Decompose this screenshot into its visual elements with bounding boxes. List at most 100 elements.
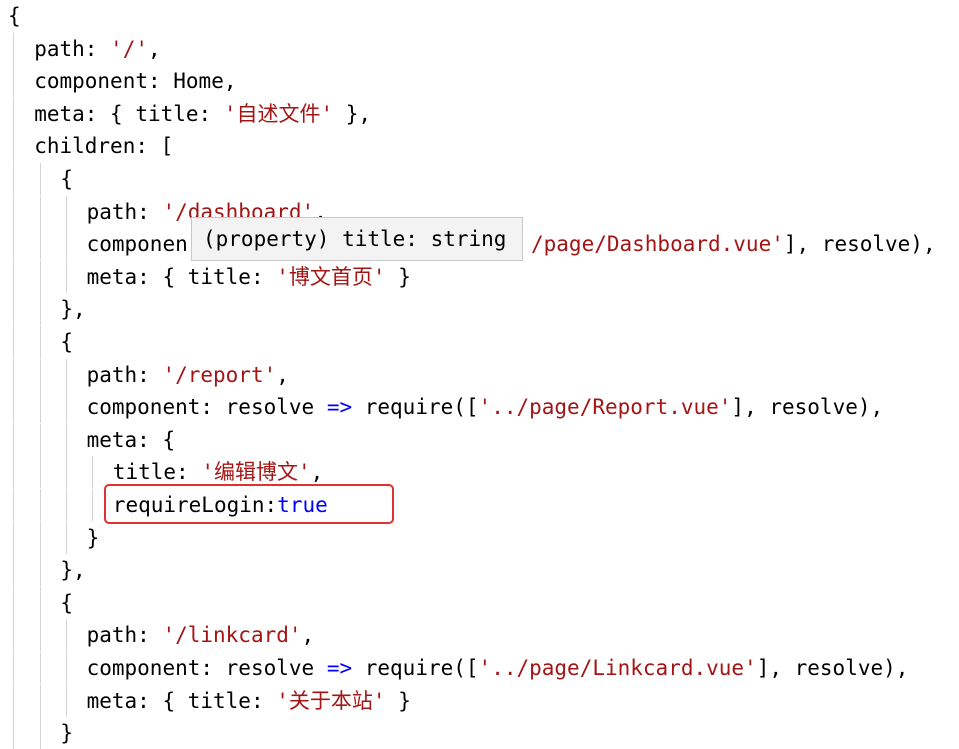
code-token: '博文首页' xyxy=(276,264,386,289)
code-token: require([ xyxy=(352,395,479,420)
hover-tooltip: (property) title: string xyxy=(191,217,523,261)
code-token: componen xyxy=(86,232,188,257)
code-token: }, xyxy=(333,101,372,126)
code-line: component: resolve => require(['../page/… xyxy=(0,391,959,424)
code-token: component: resolve xyxy=(86,395,327,420)
code-text: meta: { xyxy=(87,424,176,456)
code-token: } xyxy=(60,721,74,746)
code-token: '../page/Report.vue' xyxy=(478,395,732,420)
code-line: component: Home, xyxy=(0,65,959,98)
indent-guide xyxy=(66,228,67,261)
indent-guide xyxy=(66,195,67,228)
code-line: meta: { title: '自述文件' }, xyxy=(0,97,959,130)
indent-guide xyxy=(13,97,14,130)
code-token: '关于本站' xyxy=(276,688,386,713)
code-token: { xyxy=(60,330,74,354)
code-line: meta: { title: '关于本站' } xyxy=(0,684,959,717)
code-text: { xyxy=(60,326,73,358)
code-token: } xyxy=(86,525,100,550)
indent-guide xyxy=(13,260,14,293)
code-text: { xyxy=(8,0,21,32)
code-text: }, xyxy=(60,554,85,586)
indent-guide xyxy=(40,489,41,521)
indent-guide xyxy=(66,423,67,456)
indent-guide xyxy=(66,684,67,717)
code-line: children: [ xyxy=(0,130,959,163)
code-line: { xyxy=(0,0,959,32)
code-token: { xyxy=(8,4,21,28)
code-text: path: '/linkcard', xyxy=(87,619,315,651)
code-token: '/linkcard' xyxy=(162,623,302,648)
code-text: component: resolve => require(['../page/… xyxy=(87,652,909,684)
code-text: component: Home, xyxy=(34,65,236,97)
code-line: path: '/', xyxy=(0,32,959,65)
indent-guide xyxy=(40,260,41,293)
code-token: , xyxy=(276,362,289,387)
indent-guide xyxy=(40,423,41,456)
code-token: children: [ xyxy=(34,134,174,159)
indent-guide xyxy=(40,228,41,261)
indent-guide xyxy=(13,163,14,195)
code-token: title: xyxy=(112,460,202,485)
code-line: component: resolve => require(['../page/… xyxy=(0,652,959,684)
code-token: } xyxy=(385,264,411,289)
code-token: => xyxy=(326,395,353,420)
code-text: } xyxy=(60,717,73,749)
indent-guide xyxy=(66,391,67,424)
indent-guide xyxy=(13,32,14,65)
indent-guide xyxy=(92,489,93,521)
indent-guide xyxy=(13,195,14,228)
indent-guide xyxy=(40,358,41,391)
indent-guide xyxy=(40,195,41,228)
code-text: path: '/report', xyxy=(87,359,289,391)
code-token: } xyxy=(385,688,411,713)
indent-guide xyxy=(13,489,14,521)
code-token: { xyxy=(60,167,74,191)
code-line: }, xyxy=(0,554,959,587)
indent-guide xyxy=(13,130,14,163)
code-text: component: resolve => require(['../page/… xyxy=(87,391,884,423)
code-token: '编辑博文' xyxy=(201,460,311,485)
code-token: path: xyxy=(86,623,163,648)
indent-guide xyxy=(66,260,67,293)
indent-guide xyxy=(66,521,67,554)
indent-guide xyxy=(66,358,67,391)
indent-guide xyxy=(40,586,41,619)
indent-guide xyxy=(13,228,14,261)
code-text: children: [ xyxy=(34,130,173,162)
code-line: { xyxy=(0,163,959,195)
code-line: path: '/report', xyxy=(0,358,959,391)
indent-guide xyxy=(13,652,14,684)
code-token: }, xyxy=(60,297,86,322)
code-line: { xyxy=(0,326,959,358)
indent-guide xyxy=(40,619,41,652)
code-token: ], resolve), xyxy=(783,232,936,257)
indent-guide xyxy=(13,358,14,391)
code-token: path: xyxy=(86,362,163,387)
indent-guide xyxy=(13,423,14,456)
code-line: { xyxy=(0,586,959,619)
code-editor[interactable]: { path: '/', component: Home, meta: { title… xyxy=(0,0,959,749)
indent-guide xyxy=(66,489,67,521)
code-token: '../page/Linkcard.vue' xyxy=(478,656,757,680)
code-token: { xyxy=(60,590,74,615)
indent-guide xyxy=(13,293,14,326)
code-token: '自述文件' xyxy=(223,101,334,126)
code-token: meta: { title: xyxy=(86,264,277,289)
code-token: component: Home, xyxy=(34,69,237,94)
code-token: meta: { title: xyxy=(86,688,277,713)
code-line: } xyxy=(0,717,959,749)
indent-guide xyxy=(66,652,67,684)
code-text: meta: { title: '博文首页' } xyxy=(87,261,411,293)
indent-guide xyxy=(13,521,14,554)
code-text: meta: { title: '自述文件' }, xyxy=(34,98,371,130)
code-token: => xyxy=(326,656,353,680)
indent-guide xyxy=(13,684,14,717)
code-text: componen xyxy=(87,228,188,260)
indent-guide xyxy=(40,554,41,587)
indent-guide xyxy=(40,326,41,358)
indent-guide xyxy=(13,717,14,749)
code-token: ], resolve), xyxy=(756,656,909,680)
code-text: { xyxy=(60,163,73,195)
code-line: } xyxy=(0,521,959,554)
